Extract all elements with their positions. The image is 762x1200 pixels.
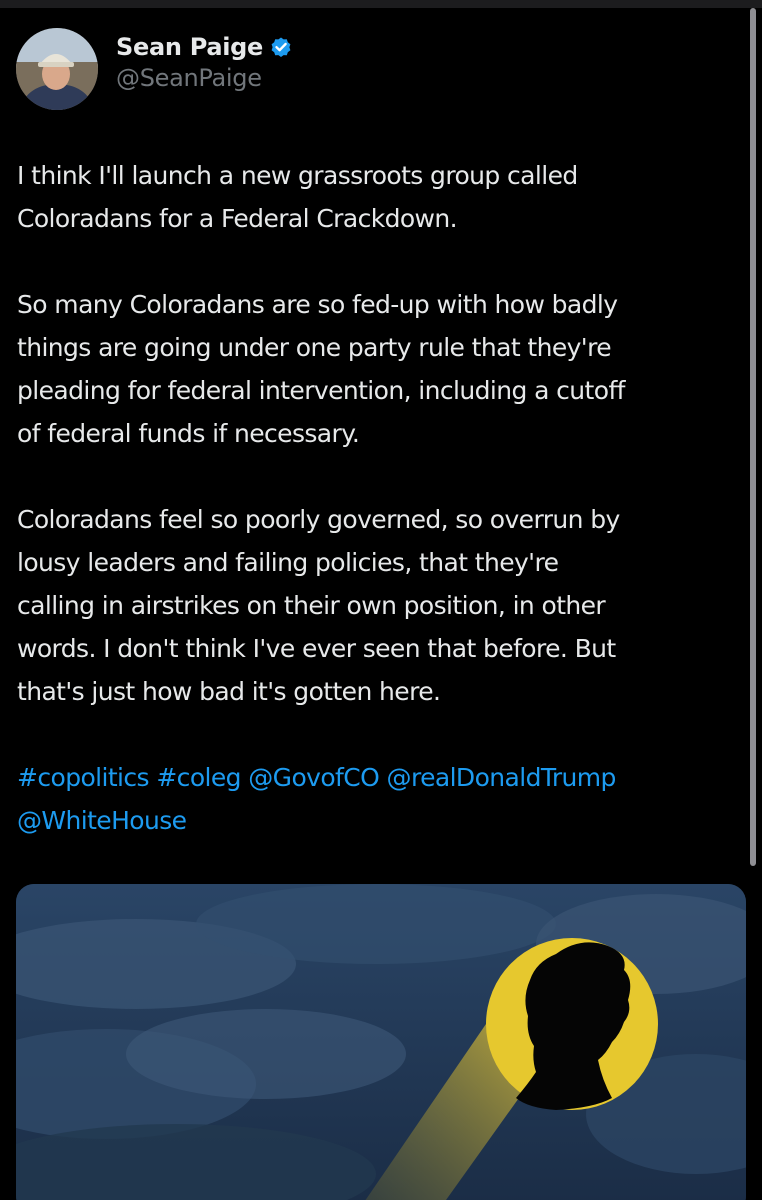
tweet-text: I think I'll launch a new grassroots gro… (17, 154, 747, 842)
author-name[interactable]: Sean Paige (116, 33, 263, 61)
tweet-line: So many Coloradans are so fed-up with ho… (17, 290, 618, 319)
tweet-line: of federal funds if necessary. (17, 419, 360, 448)
tweet-line: things are going under one party rule th… (17, 333, 612, 362)
mention-link[interactable]: @GovofCO (248, 763, 380, 792)
tweet-line: that's just how bad it's gotten here. (17, 677, 441, 706)
tweet-image[interactable] (16, 884, 746, 1200)
hashtag-link[interactable]: #coleg (156, 763, 241, 792)
avatar[interactable] (16, 28, 98, 110)
top-edge (0, 0, 762, 8)
tweet-line: words. I don't think I've ever seen that… (17, 634, 616, 663)
tweet-line: pleading for federal intervention, inclu… (17, 376, 625, 405)
mention-link[interactable]: @WhiteHouse (17, 806, 187, 835)
hashtag-link[interactable]: #copolitics (17, 763, 150, 792)
tweet-line: I think I'll launch a new grassroots gro… (17, 161, 578, 190)
author-name-row[interactable]: Sean Paige (116, 28, 293, 66)
verified-badge-icon (269, 35, 293, 59)
avatar-photo (16, 28, 98, 110)
tweet-line: lousy leaders and failing policies, that… (17, 548, 559, 577)
tags-line: @WhiteHouse (17, 799, 747, 842)
mention-link[interactable]: @realDonaldTrump (387, 763, 617, 792)
author-handle[interactable]: @SeanPaige (116, 64, 262, 92)
tweet-line: Coloradans feel so poorly governed, so o… (17, 505, 620, 534)
tweet-line: Coloradans for a Federal Crackdown. (17, 204, 458, 233)
tweet-line: calling in airstrikes on their own posit… (17, 591, 606, 620)
tags-line: #copolitics #coleg @GovofCO @realDonaldT… (17, 756, 747, 799)
scrollbar[interactable] (750, 8, 756, 866)
signal-image (16, 884, 746, 1200)
